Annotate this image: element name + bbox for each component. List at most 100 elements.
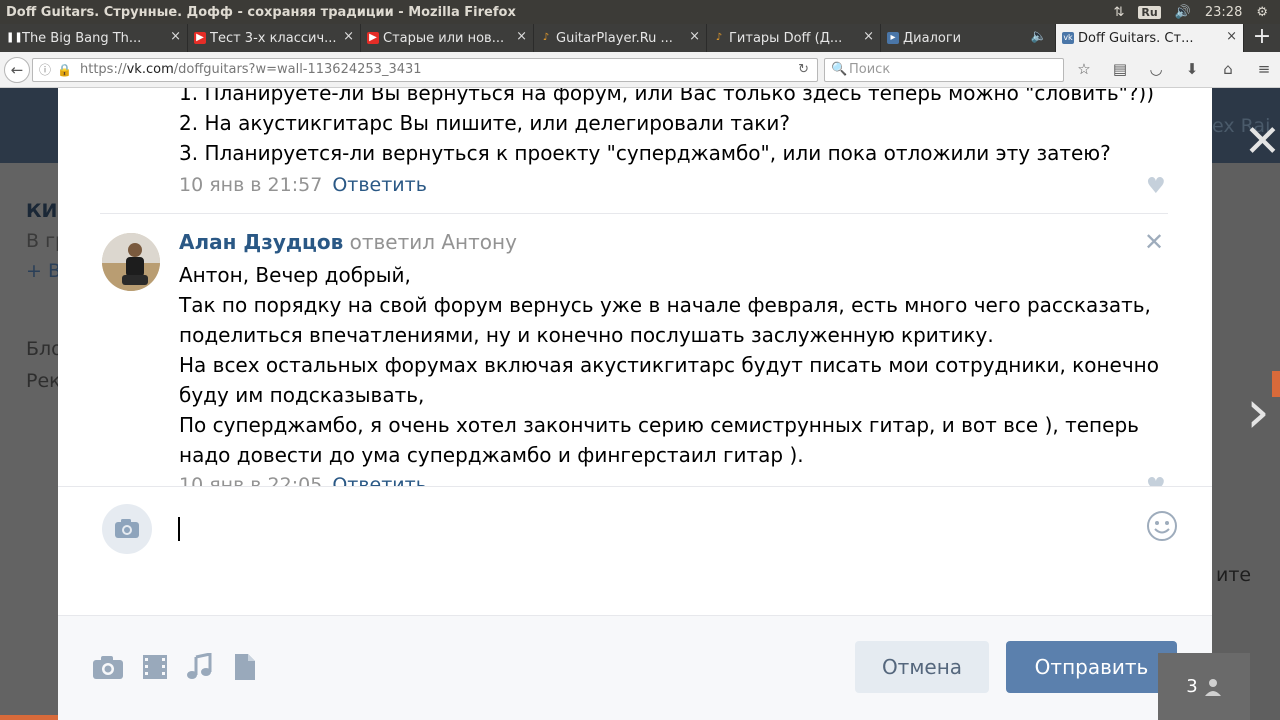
tab-guitarplayer[interactable]: ♪ GuitarPlayer.Ru ... ×: [534, 24, 707, 52]
attach-document-icon[interactable]: [228, 653, 262, 681]
reply-composer: Отмена Отправить: [58, 486, 1212, 720]
comment-date[interactable]: 10 янв в 21:57: [179, 174, 322, 196]
pocket-icon[interactable]: ◡: [1146, 60, 1166, 78]
comment-text: Антон, Вечер добрый, Так по порядку на с…: [179, 260, 1169, 470]
network-icon[interactable]: ⇅: [1113, 5, 1124, 20]
tab-dialogs[interactable]: ▸ Диалоги 🔈: [881, 24, 1056, 52]
reply-link[interactable]: Ответить: [332, 174, 427, 196]
tab-big-bang[interactable]: ❚❚ The Big Bang Th... ×: [0, 24, 188, 52]
background-text: ите: [1216, 564, 1252, 586]
toolbar-icons: ☆ ▤ ◡ ⬇ ⌂ ≡: [1074, 60, 1274, 78]
vk-icon: ▸: [887, 32, 899, 44]
tab-doff-guitars-active[interactable]: vk Doff Guitars. Ст... ×: [1056, 24, 1244, 52]
like-heart-icon[interactable]: ♥: [1146, 174, 1166, 199]
comment-line: надо довести до ума суперджамбо и фингер…: [179, 443, 804, 467]
url-bar[interactable]: ⓘ 🔒 https://vk.com/doffguitars?w=wall-11…: [32, 58, 818, 82]
reading-list-icon[interactable]: ▤: [1110, 60, 1130, 78]
comment-divider: [100, 213, 1168, 214]
url-text[interactable]: https://vk.com/doffguitars?w=wall-113624…: [80, 59, 422, 81]
emoji-icon[interactable]: [1146, 510, 1178, 542]
volume-icon[interactable]: 🔊: [1175, 5, 1191, 20]
comment-line: Антон, Вечер добрый,: [179, 263, 411, 287]
comment-line: Так по порядку на свой форум вернусь уже…: [179, 293, 1151, 317]
tab-label: Старые или нов...: [383, 30, 505, 46]
menu-icon[interactable]: ≡: [1254, 60, 1274, 78]
reload-icon[interactable]: ↻: [798, 59, 809, 81]
tab-label: GuitarPlayer.Ru ...: [556, 30, 673, 46]
avatar[interactable]: [102, 233, 160, 291]
tab-label: Диалоги: [903, 30, 962, 46]
system-tray: ⇅ Ru 🔊 23:28 ⚙: [1113, 0, 1268, 24]
send-button[interactable]: Отправить: [1006, 641, 1177, 693]
reply-text-input[interactable]: [178, 517, 180, 541]
attach-photo-icon[interactable]: [91, 653, 125, 681]
comment-author-line: Алан Дзудцов ответил Антону: [179, 230, 517, 254]
keyboard-layout-indicator[interactable]: Ru: [1138, 5, 1161, 19]
attach-music-icon[interactable]: [183, 653, 217, 681]
background-accent: [1272, 371, 1280, 397]
previous-comment-meta: 10 янв в 21:57 Ответить: [179, 174, 427, 196]
comment-line: На всех остальных форумах включая акусти…: [179, 353, 1159, 377]
tab-test[interactable]: ▶ Тест 3-х классич... ×: [188, 24, 361, 52]
youtube-icon: ▶: [194, 32, 206, 44]
tab-close-icon[interactable]: ×: [516, 29, 527, 44]
guitar-icon: ♪: [715, 32, 723, 43]
replied-to-link[interactable]: ответил Антону: [350, 230, 517, 254]
lock-icon[interactable]: 🔒: [57, 59, 72, 81]
tab-close-icon[interactable]: ×: [863, 29, 874, 44]
tab-label: Тест 3-х классич...: [210, 30, 337, 46]
guitar-icon: ♪: [542, 32, 550, 43]
comment-line: 1. Планируете-ли Вы вернуться на форум, …: [179, 88, 1155, 105]
search-input[interactable]: 🔍 Поиск: [824, 58, 1064, 82]
youtube-icon: ▶: [367, 32, 379, 44]
search-icon: 🔍: [831, 62, 848, 77]
comment-line: 2. На акустикгитарс Вы пишите, или делег…: [179, 111, 790, 135]
close-modal-icon[interactable]: ✕: [1244, 120, 1280, 164]
background-text: Рек: [26, 370, 61, 392]
composer-toolbar: Отмена Отправить: [58, 615, 1212, 720]
counter-value: 3: [1186, 676, 1198, 697]
tab-label: The Big Bang Th...: [22, 30, 142, 46]
background-join-link: + В: [26, 260, 61, 282]
tab-strip: ❚❚ The Big Bang Th... × ▶ Тест 3-х класс…: [0, 24, 1280, 52]
settings-gear-icon[interactable]: ⚙: [1256, 5, 1268, 20]
tab-close-icon[interactable]: ×: [170, 29, 181, 44]
background-accent: [0, 715, 58, 720]
tab-old-new[interactable]: ▶ Старые или нов... ×: [361, 24, 534, 52]
bookmark-star-icon[interactable]: ☆: [1074, 60, 1094, 78]
comment-line: буду им подсказывать,: [179, 383, 425, 407]
clock[interactable]: 23:28: [1205, 5, 1242, 20]
comment-author-link[interactable]: Алан Дзудцов: [179, 230, 343, 254]
window-title: Doff Guitars. Струнные. Дофф - сохраняя …: [6, 4, 516, 20]
next-post-arrow-icon[interactable]: ›: [1246, 382, 1270, 442]
pause-icon: ❚❚: [6, 32, 23, 43]
delete-comment-icon[interactable]: ✕: [1144, 230, 1164, 254]
home-icon[interactable]: ⌂: [1218, 60, 1238, 78]
navigation-bar: ← ⓘ 🔒 https://vk.com/doffguitars?w=wall-…: [0, 52, 1280, 88]
vk-icon: vk: [1062, 32, 1074, 44]
comment-line: 3. Планируется-ли вернуться к проекту "с…: [179, 141, 1111, 165]
speaker-icon[interactable]: 🔈: [1031, 29, 1047, 44]
attach-video-icon[interactable]: [138, 653, 172, 681]
search-placeholder: Поиск: [849, 62, 891, 77]
post-modal: 1. Планируете-ли Вы вернуться на форум, …: [58, 88, 1212, 720]
tab-close-icon[interactable]: ×: [1226, 29, 1237, 44]
camera-avatar-icon[interactable]: [102, 504, 152, 554]
comment-line: По суперджамбо, я очень хотел закончить …: [179, 413, 1139, 437]
download-icon[interactable]: ⬇: [1182, 60, 1202, 78]
tab-label: Doff Guitars. Ст...: [1078, 30, 1194, 46]
os-top-bar: Doff Guitars. Струнные. Дофф - сохраняя …: [0, 0, 1280, 24]
user-icon: [1204, 678, 1221, 696]
info-icon[interactable]: ⓘ: [39, 59, 51, 81]
back-button[interactable]: ←: [4, 57, 30, 83]
previous-comment-text: 1. Планируете-ли Вы вернуться на форум, …: [179, 88, 1179, 168]
tab-close-icon[interactable]: ×: [689, 29, 700, 44]
cancel-button[interactable]: Отмена: [855, 641, 989, 693]
tab-doff-guitars[interactable]: ♪ Гитары Doff (Д... ×: [707, 24, 881, 52]
comment-line: поделиться впечатлениями, ну и конечно п…: [179, 323, 994, 347]
online-friends-counter[interactable]: 3: [1158, 653, 1250, 720]
background-group-title: КИ: [26, 200, 58, 222]
new-tab-button[interactable]: +: [1244, 24, 1280, 52]
tab-close-icon[interactable]: ×: [343, 29, 354, 44]
tab-label: Гитары Doff (Д...: [729, 30, 843, 46]
